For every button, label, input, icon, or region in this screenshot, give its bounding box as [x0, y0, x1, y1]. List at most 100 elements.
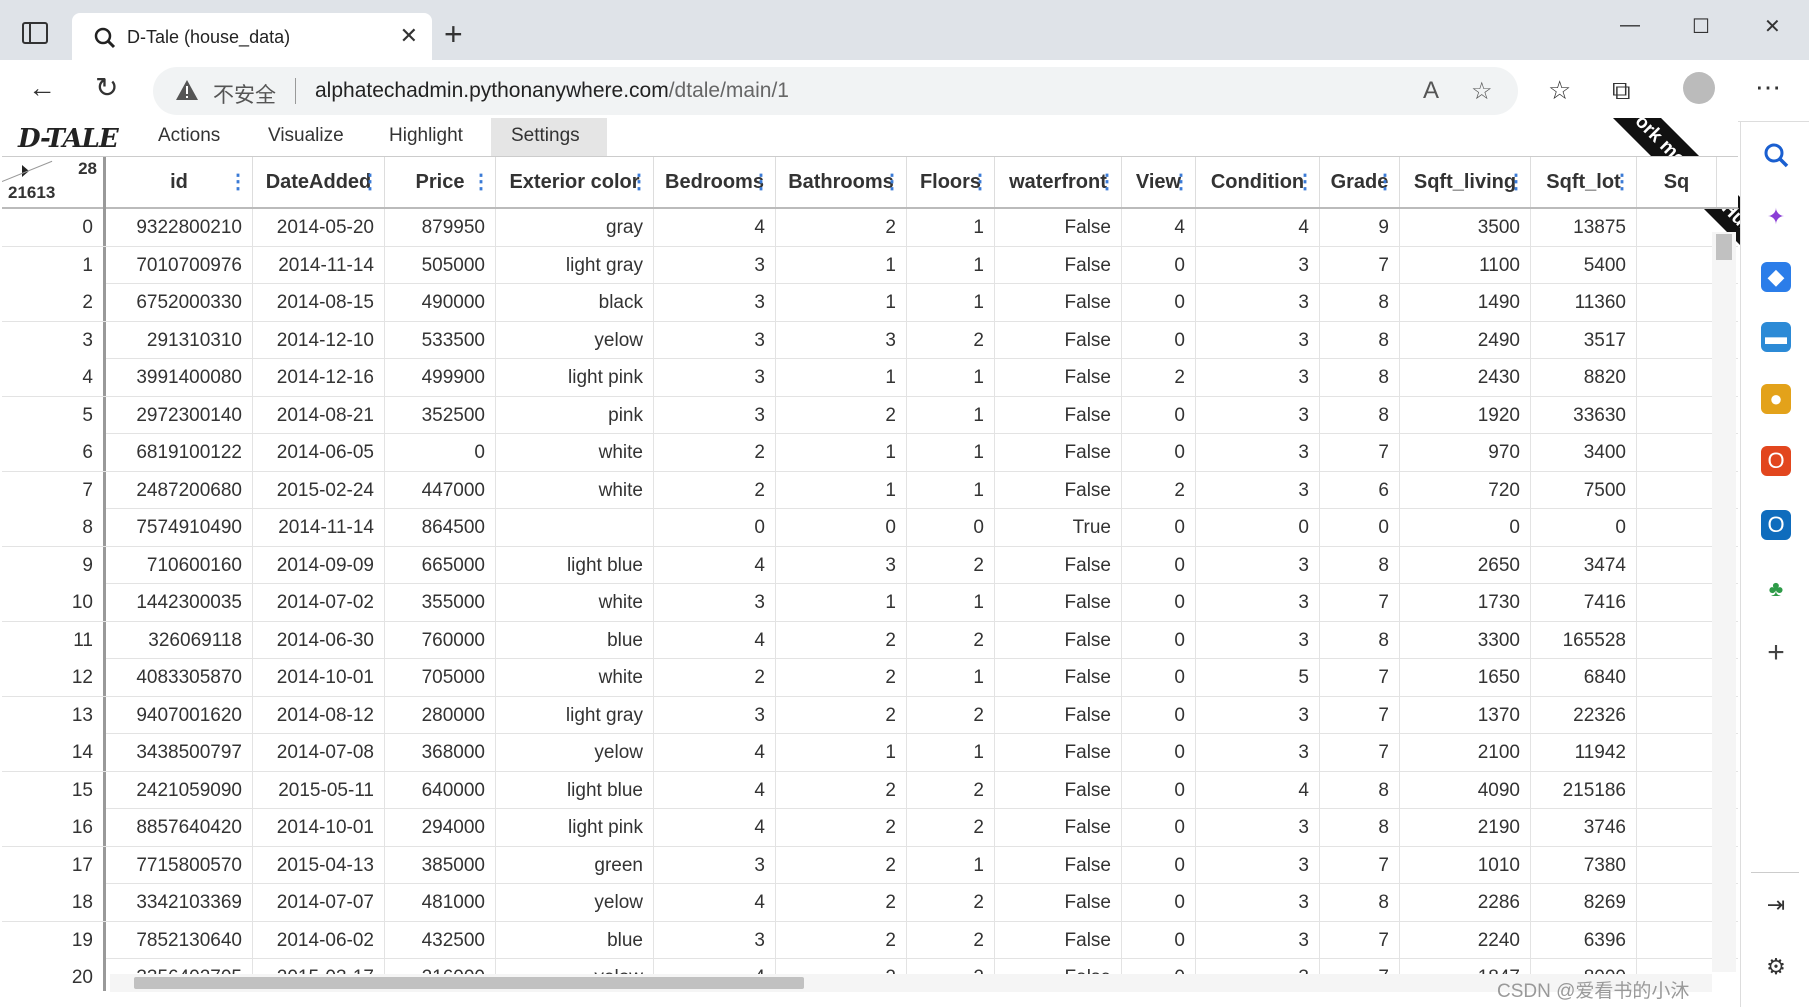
table-cell[interactable]: 2: [907, 884, 995, 921]
table-cell[interactable]: pink: [496, 396, 654, 434]
column-header[interactable]: id ⋮: [106, 157, 253, 207]
table-cell[interactable]: 6819100122: [106, 434, 253, 471]
table-cell[interactable]: 1: [776, 734, 907, 771]
table-cell[interactable]: 385000: [385, 846, 496, 884]
table-cell[interactable]: 7416: [1531, 584, 1637, 621]
table-cell[interactable]: white: [496, 434, 654, 471]
table-cell[interactable]: 0: [1122, 246, 1196, 284]
address-bar[interactable]: 不安全 alphatechadmin.pythonanywhere.com/dt…: [153, 67, 1518, 115]
hide-sidebar-icon[interactable]: ⇥: [1761, 890, 1791, 920]
table-cell[interactable]: white: [496, 584, 654, 621]
table-cell[interactable]: 2: [776, 396, 907, 434]
table-cell[interactable]: 4090: [1400, 771, 1531, 809]
table-cell[interactable]: 13875: [1531, 209, 1637, 246]
table-cell[interactable]: 3: [654, 584, 776, 621]
table-row[interactable]: 3 291310310 2014-12-10 533500 yelow 3 3 2 False 0…: [2, 321, 1738, 359]
table-cell[interactable]: 2: [654, 659, 776, 696]
table-row[interactable]: 12 4083305870 2014-10-01 705000 white 2 2 1 Fals…: [2, 659, 1738, 697]
table-cell[interactable]: 2100: [1400, 734, 1531, 771]
table-cell[interactable]: 3: [1196, 921, 1320, 959]
table-cell[interactable]: 1442300035: [106, 584, 253, 621]
table-cell[interactable]: 2286: [1400, 884, 1531, 921]
table-cell[interactable]: False: [995, 434, 1122, 471]
table-cell[interactable]: 1: [907, 359, 995, 396]
column-header[interactable]: waterfront ⋮: [995, 157, 1122, 207]
favorites-icon[interactable]: ☆: [1548, 75, 1571, 106]
table-cell[interactable]: 8269: [1531, 884, 1637, 921]
table-cell[interactable]: 2014-07-08: [253, 734, 385, 771]
column-header[interactable]: Floors ⋮: [907, 157, 995, 207]
menu-highlight[interactable]: Highlight: [369, 118, 483, 156]
table-cell[interactable]: 2015-02-24: [253, 471, 385, 509]
table-cell[interactable]: 2014-10-01: [253, 809, 385, 846]
table-row[interactable]: 11 326069118 2014-06-30 760000 blue 4 2 2 False 0…: [2, 621, 1738, 659]
table-cell[interactable]: 22326: [1531, 696, 1637, 734]
table-cell[interactable]: 0: [1531, 509, 1637, 546]
table-cell[interactable]: 3517: [1531, 321, 1637, 359]
table-cell[interactable]: 2014-07-07: [253, 884, 385, 921]
table-cell[interactable]: 2: [776, 846, 907, 884]
settings-icon[interactable]: ⚙: [1761, 952, 1791, 982]
more-options-icon[interactable]: ⋯: [1755, 72, 1781, 103]
table-cell[interactable]: 7852130640: [106, 921, 253, 959]
table-cell[interactable]: 705000: [385, 659, 496, 696]
table-cell[interactable]: 4: [654, 209, 776, 246]
table-cell[interactable]: 3: [1196, 321, 1320, 359]
table-cell[interactable]: green: [496, 846, 654, 884]
table-cell[interactable]: 1: [776, 246, 907, 284]
table-cell[interactable]: 2014-08-15: [253, 284, 385, 321]
table-cell[interactable]: 1: [907, 246, 995, 284]
browser-tab[interactable]: D-Tale (house_data) ✕: [72, 13, 432, 60]
table-cell[interactable]: 2014-08-12: [253, 696, 385, 734]
table-cell[interactable]: yelow: [496, 884, 654, 921]
new-tab-icon[interactable]: +: [444, 18, 463, 50]
table-cell[interactable]: 3: [776, 546, 907, 584]
column-header[interactable]: Exterior color ⋮: [496, 157, 654, 207]
table-cell[interactable]: 8: [1320, 546, 1400, 584]
table-cell[interactable]: 0: [1122, 846, 1196, 884]
table-cell[interactable]: 2: [907, 771, 995, 809]
column-menu-icon[interactable]: ⋮: [228, 157, 248, 207]
table-cell[interactable]: 215186: [1531, 771, 1637, 809]
table-cell[interactable]: 0: [1122, 509, 1196, 546]
table-cell[interactable]: white: [496, 471, 654, 509]
table-cell[interactable]: 4: [654, 809, 776, 846]
table-cell[interactable]: 8: [1320, 396, 1400, 434]
table-cell[interactable]: 3: [654, 696, 776, 734]
table-cell[interactable]: 0: [1122, 546, 1196, 584]
table-cell[interactable]: False: [995, 584, 1122, 621]
column-menu-icon[interactable]: ⋮: [1506, 157, 1526, 207]
table-cell[interactable]: 2014-11-14: [253, 246, 385, 284]
copilot-icon[interactable]: ✦: [1761, 202, 1791, 232]
table-cell[interactable]: 3: [1196, 471, 1320, 509]
search-sidebar-icon[interactable]: [1761, 140, 1791, 170]
table-cell[interactable]: 2487200680: [106, 471, 253, 509]
table-cell[interactable]: 2014-06-05: [253, 434, 385, 471]
table-cell[interactable]: 3991400080: [106, 359, 253, 396]
table-cell[interactable]: 4: [654, 771, 776, 809]
table-cell[interactable]: 8: [1320, 284, 1400, 321]
table-row[interactable]: 8 7574910490 2014-11-14 864500 0 0 0 True 0 0 0 0 0: [2, 509, 1738, 547]
table-cell[interactable]: 3746: [1531, 809, 1637, 846]
table-cell[interactable]: 7: [1320, 246, 1400, 284]
table-cell[interactable]: 0: [1122, 584, 1196, 621]
table-row[interactable]: 10 1442300035 2014-07-02 355000 white 3 1 1 Fals…: [2, 584, 1738, 622]
table-cell[interactable]: 2014-09-09: [253, 546, 385, 584]
table-cell[interactable]: 2650: [1400, 546, 1531, 584]
table-row[interactable]: 1 7010700976 2014-11-14 505000 light gray 3 1 1…: [2, 246, 1738, 284]
table-cell[interactable]: 0: [1122, 921, 1196, 959]
table-cell[interactable]: 8857640420: [106, 809, 253, 846]
table-cell[interactable]: 5: [1196, 659, 1320, 696]
table-cell[interactable]: 3: [654, 284, 776, 321]
table-cell[interactable]: 0: [1122, 696, 1196, 734]
table-cell[interactable]: 1: [907, 434, 995, 471]
minimize-icon[interactable]: —: [1620, 14, 1640, 37]
table-cell[interactable]: 280000: [385, 696, 496, 734]
table-row[interactable]: 0 9322800210 2014-05-20 879950 gray 4 2 1 False 4…: [2, 209, 1738, 247]
back-icon[interactable]: ←: [28, 74, 56, 102]
table-cell[interactable]: 7: [1320, 584, 1400, 621]
column-menu-icon[interactable]: ⋮: [970, 157, 990, 207]
grid-corner[interactable]: 28 21613: [2, 157, 106, 209]
table-row[interactable]: 6 6819100122 2014-06-05 0 white 2 1 1 False 0 3 7 97…: [2, 434, 1738, 472]
column-header[interactable]: Sqft_lot ⋮: [1531, 157, 1637, 207]
